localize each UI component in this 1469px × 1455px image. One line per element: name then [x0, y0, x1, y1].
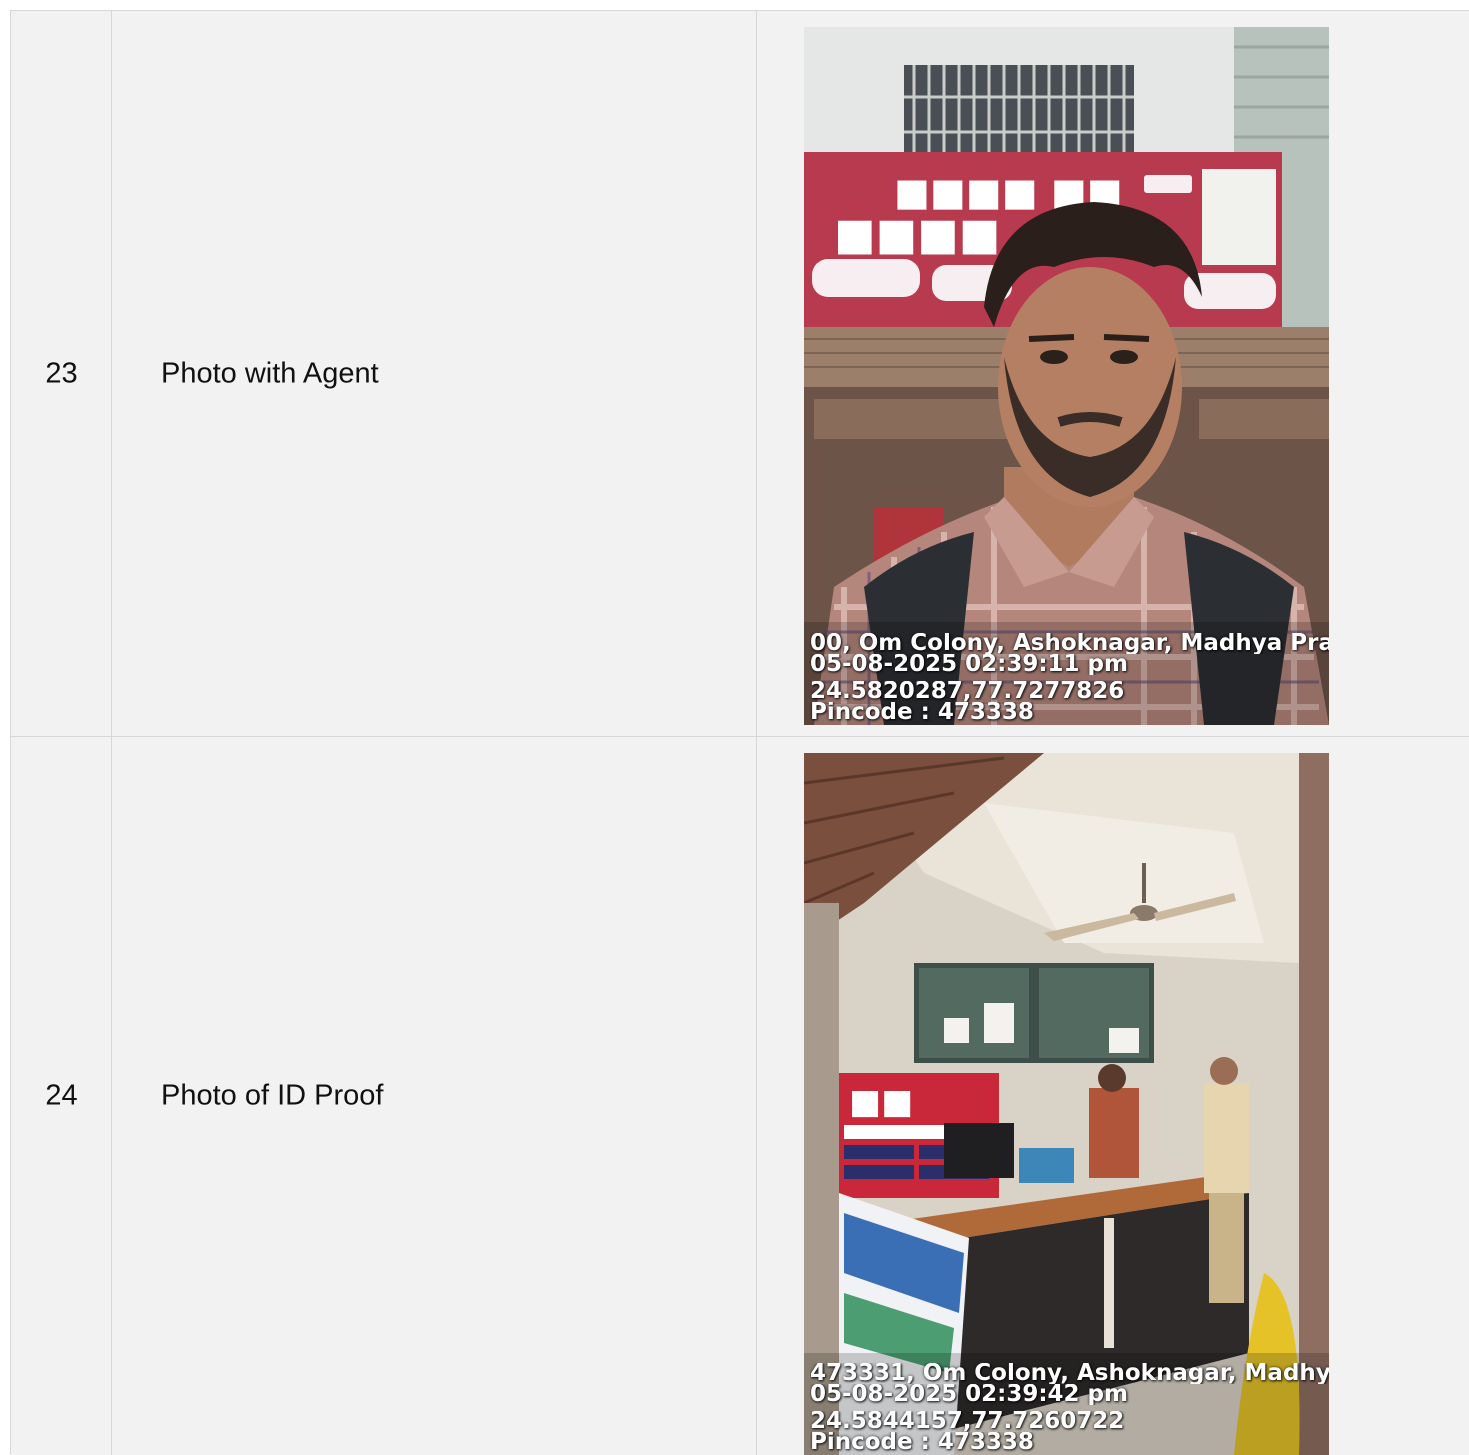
svg-text:■■: ■■ [849, 1082, 913, 1122]
stamp-address: 473331, Om Colony, Ashoknagar, Madhya Pr [810, 1363, 1329, 1384]
row-number: 23 [45, 357, 78, 389]
row-label: Photo of ID Proof [161, 1079, 384, 1112]
id-proof-photo[interactable]: ■■ 473331, Om Colony, Ashoknagar, Madhya… [804, 753, 1329, 1455]
row-number-cell: 23 [11, 11, 112, 736]
id-proof-photo-image: ■■ [804, 753, 1329, 1455]
row-photo-cell: ■■■■ ■■■■ ■■ 00, Om Colony, Ashoknagar, … [757, 11, 1469, 736]
row-label-cell: Photo of ID Proof [112, 737, 757, 1455]
agent-photo-image: ■■■■ ■■■■ ■■ [804, 27, 1329, 725]
stamp-datetime: 05-08-2025 02:39:42 pm [810, 1384, 1128, 1405]
agent-photo[interactable]: ■■■■ ■■■■ ■■ 00, Om Colony, Ashoknagar, … [804, 27, 1329, 725]
row-label-cell: Photo with Agent [112, 11, 757, 736]
stamp-pincode: Pincode : 473338 [810, 702, 1034, 723]
stamp-pincode: Pincode : 473338 [810, 1432, 1034, 1453]
row-number: 24 [45, 1079, 78, 1112]
stamp-coords: 24.5820287,77.7277826 [810, 681, 1125, 702]
stamp-datetime: 05-08-2025 02:39:11 pm [810, 654, 1128, 675]
row-number-cell: 24 [11, 737, 112, 1455]
photo-table: 23 Photo with Agent ■■■■ ■■■■ ■■ 00, Om … [10, 10, 1469, 1455]
row-label: Photo with Agent [161, 357, 379, 389]
stamp-address: 00, Om Colony, Ashoknagar, Madhya Prades… [810, 633, 1329, 654]
photo-stamp: 00, Om Colony, Ashoknagar, Madhya Prades… [810, 633, 1329, 723]
svg-text:■■■■: ■■■■ [834, 209, 1000, 260]
table-row: 23 Photo with Agent ■■■■ ■■■■ ■■ 00, Om … [11, 11, 1469, 737]
table-row: 24 Photo of ID Proof ■■ 473331, Om Colon… [11, 737, 1469, 1455]
photo-stamp: 473331, Om Colony, Ashoknagar, Madhya Pr… [810, 1363, 1329, 1453]
stamp-coords: 24.5844157,77.7260722 [810, 1411, 1125, 1432]
row-photo-cell: ■■ 473331, Om Colony, Ashoknagar, Madhya… [757, 737, 1469, 1455]
